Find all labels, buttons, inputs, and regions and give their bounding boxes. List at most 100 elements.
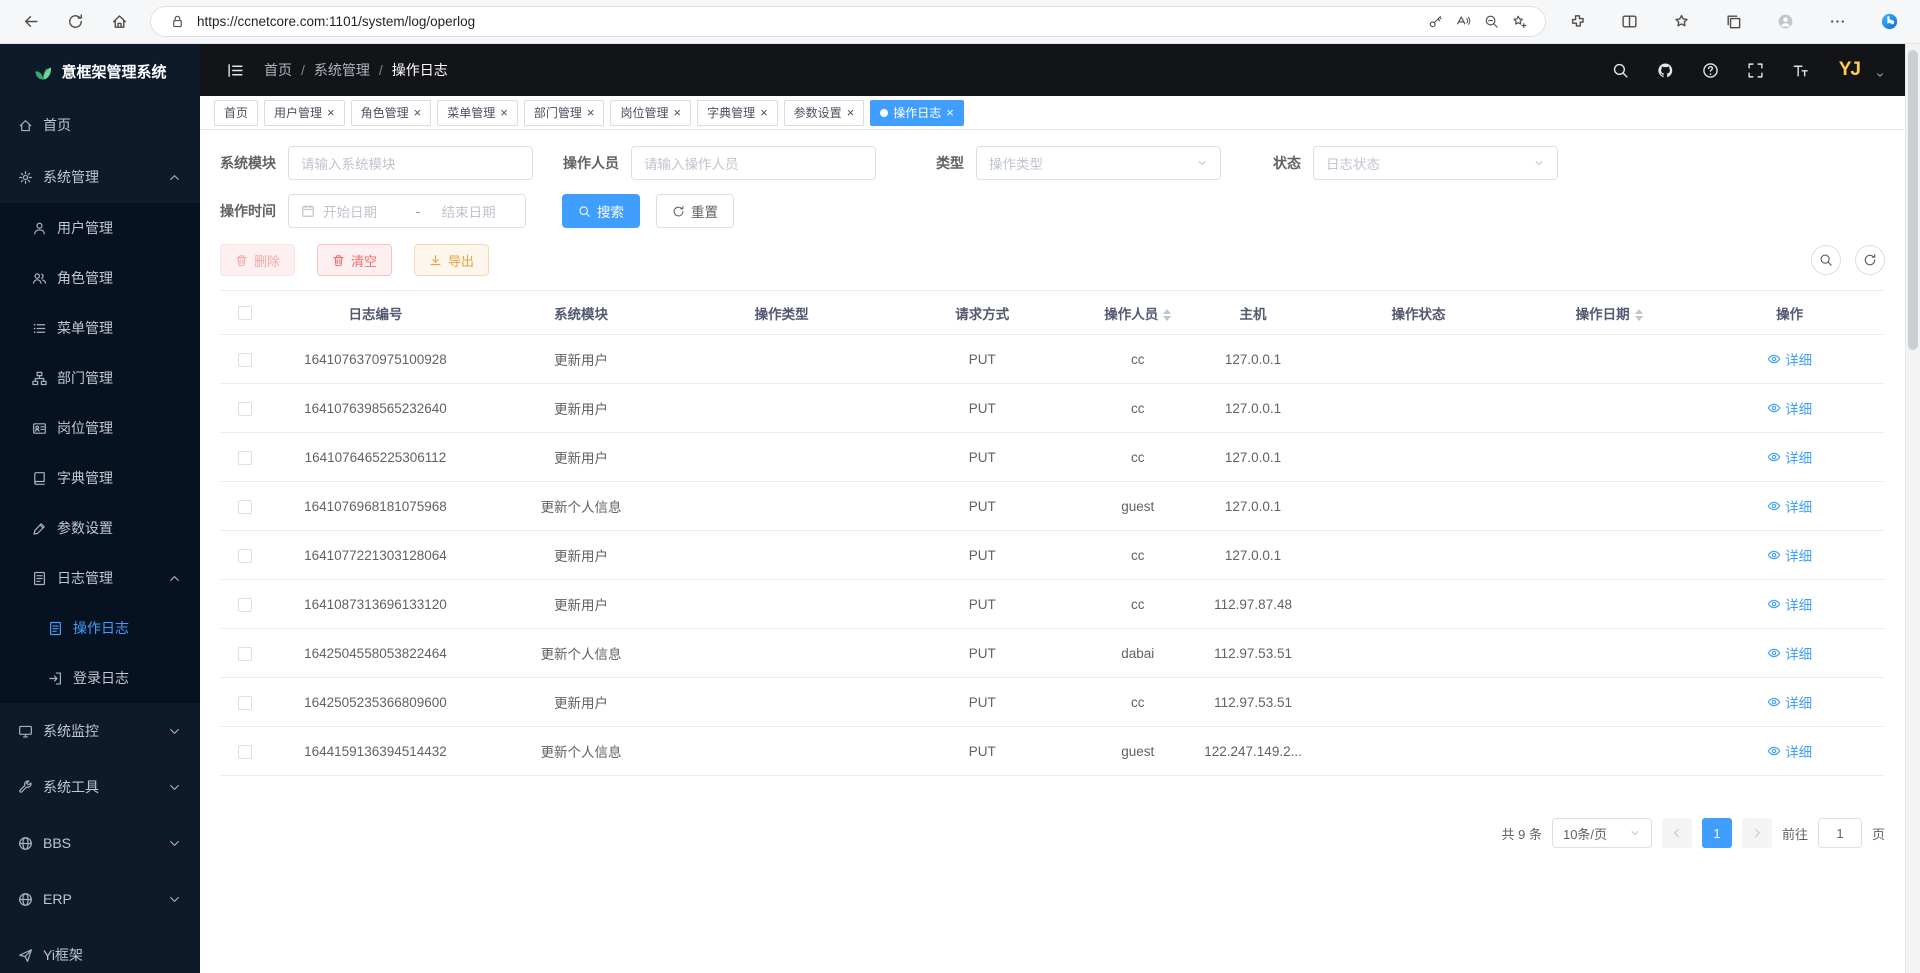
tab-3[interactable]: 菜单管理×: [437, 100, 518, 126]
tab-2[interactable]: 角色管理×: [351, 100, 432, 126]
user-avatar[interactable]: YJ: [1839, 59, 1860, 81]
detail-link[interactable]: 详细: [1767, 398, 1812, 418]
header-search-icon[interactable]: [1606, 55, 1636, 85]
breadcrumb-item[interactable]: 系统管理: [314, 60, 370, 80]
detail-link[interactable]: 详细: [1767, 643, 1812, 663]
column-header[interactable]: 操作日期: [1524, 291, 1695, 335]
column-header[interactable]: 操作人员: [1083, 291, 1193, 335]
more-options-icon[interactable]: [1820, 5, 1854, 39]
detail-link[interactable]: 详细: [1767, 741, 1812, 761]
tab-5[interactable]: 岗位管理×: [610, 100, 691, 126]
profile-avatar[interactable]: [1768, 5, 1802, 39]
detail-link[interactable]: 详细: [1767, 447, 1812, 467]
help-icon[interactable]: [1696, 55, 1726, 85]
goto-page-input[interactable]: 1: [1818, 818, 1862, 848]
type-select[interactable]: 操作类型: [976, 146, 1221, 180]
detail-link[interactable]: 详细: [1767, 692, 1812, 712]
sidebar-item-home[interactable]: 首页: [0, 99, 200, 151]
detail-link[interactable]: 详细: [1767, 594, 1812, 614]
tab-6[interactable]: 字典管理×: [697, 100, 778, 126]
refresh-table-button[interactable]: [1855, 245, 1885, 275]
operator-input[interactable]: 请输入操作人员: [631, 146, 876, 180]
module-input[interactable]: 请输入系统模块: [288, 146, 533, 180]
sidebar-item-log-mgmt[interactable]: 日志管理: [0, 553, 200, 603]
row-checkbox[interactable]: [238, 696, 252, 710]
row-checkbox[interactable]: [238, 549, 252, 563]
sidebar-item-erp[interactable]: ERP: [0, 871, 200, 927]
row-checkbox[interactable]: [238, 402, 252, 416]
select-all-checkbox[interactable]: [238, 306, 252, 320]
breadcrumb-item[interactable]: 操作日志: [392, 60, 448, 80]
close-icon[interactable]: ×: [673, 106, 681, 119]
favorites-icon[interactable]: [1664, 5, 1698, 39]
sidebar-item-dept-mgmt[interactable]: 部门管理: [0, 353, 200, 403]
tab-7[interactable]: 参数设置×: [784, 100, 865, 126]
detail-link[interactable]: 详细: [1767, 545, 1812, 565]
tab-4[interactable]: 部门管理×: [524, 100, 605, 126]
sidebar-item-system-monitor[interactable]: 系统监控: [0, 703, 200, 759]
zoom-out-icon[interactable]: [1477, 9, 1505, 35]
delete-button[interactable]: 删除: [220, 244, 295, 276]
split-screen-icon[interactable]: [1612, 5, 1646, 39]
sidebar-item-user-mgmt[interactable]: 用户管理: [0, 203, 200, 253]
row-checkbox[interactable]: [238, 745, 252, 759]
tab-0[interactable]: 首页: [214, 100, 258, 126]
scrollbar-thumb[interactable]: [1908, 50, 1918, 350]
sidebar-item-yi-framework[interactable]: Yi框架: [0, 927, 200, 973]
close-icon[interactable]: ×: [847, 106, 855, 119]
address-bar[interactable]: https://ccnetcore.com:1101/system/log/op…: [150, 6, 1546, 37]
row-checkbox[interactable]: [238, 353, 252, 367]
sidebar-item-system-mgmt[interactable]: 系统管理: [0, 151, 200, 203]
read-aloud-icon[interactable]: [1449, 9, 1477, 35]
sidebar-item-bbs[interactable]: BBS: [0, 815, 200, 871]
sort-icon[interactable]: [1635, 309, 1643, 321]
close-icon[interactable]: ×: [500, 106, 508, 119]
avatar-dropdown-icon[interactable]: [1875, 60, 1885, 80]
page-1-button[interactable]: 1: [1702, 818, 1732, 848]
export-button[interactable]: 导出: [414, 244, 489, 276]
reset-button[interactable]: 重置: [656, 194, 734, 228]
sidebar-item-post-mgmt[interactable]: 岗位管理: [0, 403, 200, 453]
status-select[interactable]: 日志状态: [1313, 146, 1558, 180]
sidebar-item-role-mgmt[interactable]: 角色管理: [0, 253, 200, 303]
scrollbar-track[interactable]: [1905, 44, 1920, 973]
github-icon[interactable]: [1651, 55, 1681, 85]
url-text[interactable]: https://ccnetcore.com:1101/system/log/op…: [197, 14, 1421, 29]
font-size-icon[interactable]: [1786, 55, 1816, 85]
row-checkbox[interactable]: [238, 500, 252, 514]
detail-link[interactable]: 详细: [1767, 349, 1812, 369]
extensions-icon[interactable]: [1560, 5, 1594, 39]
tab-8[interactable]: 操作日志×: [870, 100, 964, 126]
search-button[interactable]: 搜索: [562, 194, 640, 228]
collapse-menu-icon[interactable]: [220, 55, 250, 85]
date-range-input[interactable]: 开始日期 - 结束日期: [288, 194, 526, 228]
back-icon[interactable]: [14, 5, 48, 39]
clear-button[interactable]: 清空: [317, 244, 392, 276]
browser-home-icon[interactable]: [102, 5, 136, 39]
close-icon[interactable]: ×: [946, 106, 954, 119]
next-page-button[interactable]: [1742, 818, 1772, 848]
password-key-icon[interactable]: [1421, 9, 1449, 35]
detail-link[interactable]: 详细: [1767, 496, 1812, 516]
row-checkbox[interactable]: [238, 598, 252, 612]
collections-icon[interactable]: [1716, 5, 1750, 39]
sidebar-item-dict-mgmt[interactable]: 字典管理: [0, 453, 200, 503]
tab-1[interactable]: 用户管理×: [264, 100, 345, 126]
sidebar-item-system-tools[interactable]: 系统工具: [0, 759, 200, 815]
fullscreen-icon[interactable]: [1741, 55, 1771, 85]
sidebar-item-menu-mgmt[interactable]: 菜单管理: [0, 303, 200, 353]
add-favorite-icon[interactable]: [1505, 9, 1533, 35]
row-checkbox[interactable]: [238, 451, 252, 465]
breadcrumb-item[interactable]: 首页: [264, 60, 292, 80]
sidebar-item-login-log[interactable]: 登录日志: [0, 653, 200, 703]
close-icon[interactable]: ×: [587, 106, 595, 119]
sidebar-item-oper-log[interactable]: 操作日志: [0, 603, 200, 653]
close-icon[interactable]: ×: [327, 106, 335, 119]
refresh-icon[interactable]: [58, 5, 92, 39]
close-icon[interactable]: ×: [414, 106, 422, 119]
prev-page-button[interactable]: [1662, 818, 1692, 848]
sidebar-item-param-settings[interactable]: 参数设置: [0, 503, 200, 553]
bing-sidebar-icon[interactable]: [1872, 5, 1906, 39]
close-icon[interactable]: ×: [760, 106, 768, 119]
toggle-search-button[interactable]: [1811, 245, 1841, 275]
